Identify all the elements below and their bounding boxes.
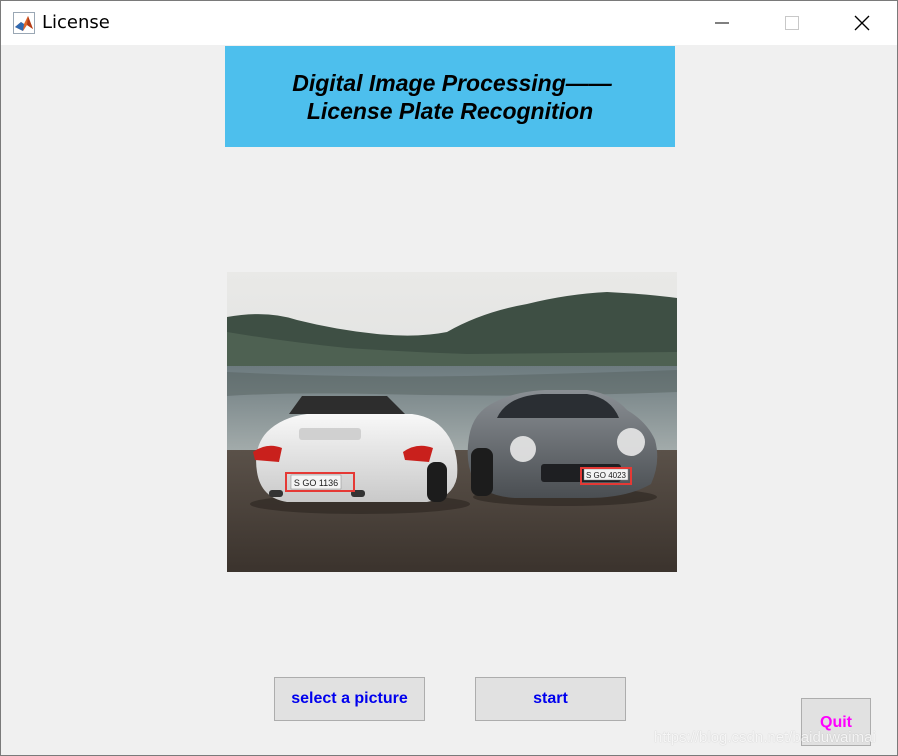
banner-title-line2: License Plate Recognition [306, 97, 594, 124]
close-button[interactable] [827, 1, 897, 45]
window-title: License [42, 12, 110, 33]
maximize-icon [785, 16, 799, 30]
watermark-text: https://blog.csdn.net/baiduwaimai [654, 729, 876, 746]
minimize-icon [715, 22, 729, 24]
start-button[interactable]: start [475, 677, 626, 721]
left-plate-text: S GO 1136 [294, 478, 338, 488]
license-window: License Digital Image Processing—— Licen… [0, 0, 898, 756]
banner-title-line1: Digital Image Processing—— [292, 69, 612, 96]
matlab-logo-icon [13, 12, 35, 34]
right-plate-text: S GO 4023 [586, 471, 627, 480]
car-photo: S GO 1136 S GO 4023 [227, 272, 677, 572]
select-picture-button[interactable]: select a picture [274, 677, 425, 721]
minimize-button[interactable] [687, 1, 757, 45]
maximize-button[interactable] [757, 1, 827, 45]
close-icon [854, 15, 870, 31]
title-bar[interactable]: License [1, 1, 897, 45]
title-banner: Digital Image Processing—— License Plate… [225, 46, 675, 147]
